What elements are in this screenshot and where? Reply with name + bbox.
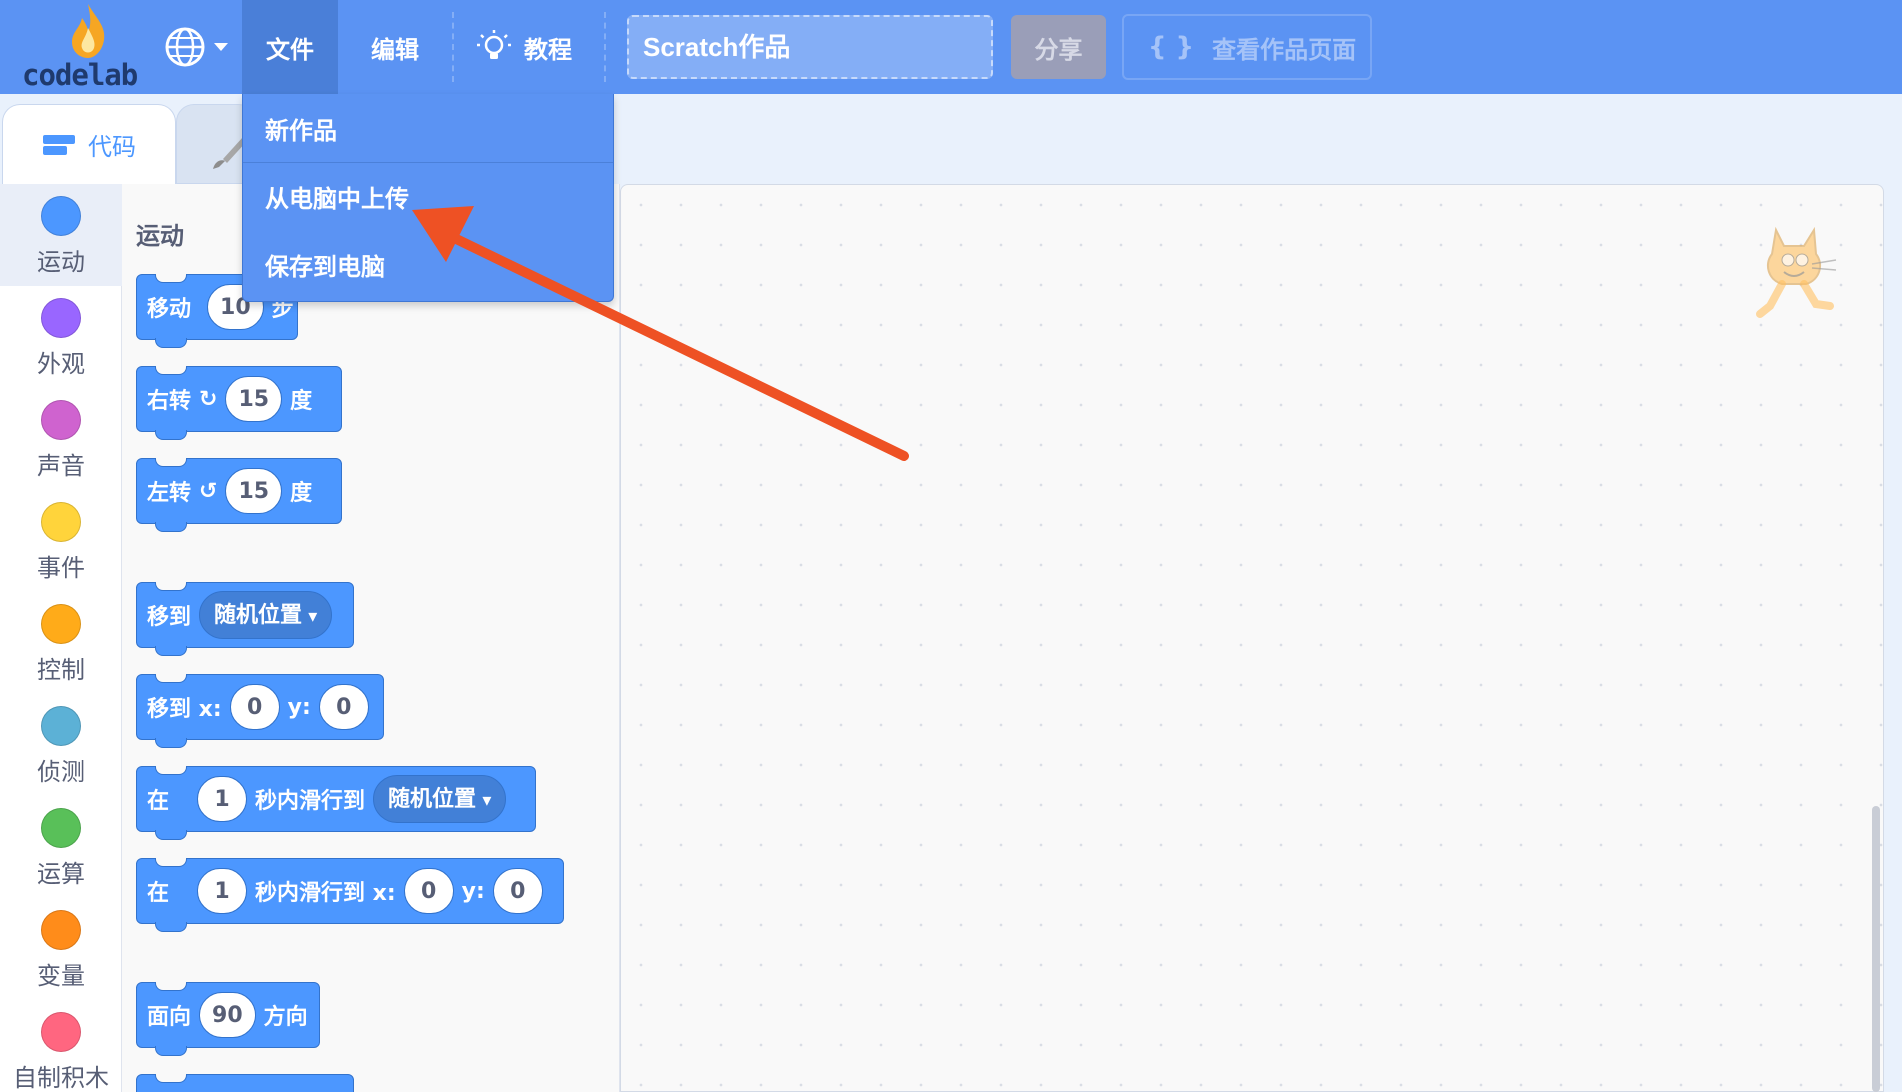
block-label-mid: 秒内滑行到 x: xyxy=(255,881,396,906)
tutorials-label: 教程 xyxy=(524,35,572,64)
codelab-logo[interactable]: codelab xyxy=(14,2,138,92)
category-color-dot xyxy=(41,808,81,848)
category-sound[interactable]: 声音 xyxy=(0,388,122,490)
block-label: 移到 xyxy=(147,605,192,630)
palette-section-title: 运动 xyxy=(136,222,184,250)
block-input-degrees[interactable]: 15 xyxy=(225,468,283,514)
see-project-icon: { } xyxy=(1148,32,1195,62)
category-label: 运算 xyxy=(37,860,85,888)
view-project-page-button[interactable]: { } 查看作品页面 xyxy=(1122,14,1372,80)
category-label: 运动 xyxy=(37,248,85,276)
menu-bar: codelab 文件 编辑 教程 Scratch作品 分享 { } 查看作品页面 xyxy=(0,0,1902,94)
globe-icon xyxy=(165,27,228,67)
menu-divider xyxy=(452,12,454,82)
sprite-cat-icon xyxy=(1756,226,1837,318)
block-input-x[interactable]: 0 xyxy=(229,684,280,730)
flame-icon xyxy=(72,4,105,58)
block-label: 移到 x: xyxy=(147,697,222,722)
block-label: 移动 xyxy=(147,297,192,322)
block-label: 在 xyxy=(147,881,170,906)
category-label: 侦测 xyxy=(37,758,85,786)
tab-code[interactable]: 代码 xyxy=(2,104,176,184)
lightbulb-icon xyxy=(477,30,511,59)
category-color-dot xyxy=(41,706,81,746)
block-unit: 度 xyxy=(290,481,313,506)
block-goto-xy[interactable]: 移到 x: 0 y: 0 xyxy=(136,674,384,748)
menu-divider xyxy=(604,12,606,82)
logo-text: codelab xyxy=(22,58,138,92)
category-label: 外观 xyxy=(37,350,85,378)
block-partial[interactable] xyxy=(136,1074,354,1092)
code-blocks-icon xyxy=(43,134,75,155)
block-label: 右转 xyxy=(147,389,192,414)
category-label: 变量 xyxy=(37,962,85,990)
block-unit: 方向 xyxy=(263,1005,308,1030)
block-label: 左转 xyxy=(147,481,192,506)
block-input-x[interactable]: 0 xyxy=(403,868,454,914)
view-project-page-label: 查看作品页面 xyxy=(1212,35,1357,64)
block-goto[interactable]: 移到 随机位置 xyxy=(136,582,354,656)
block-palette: 运动 移动 10 步 右转 ↻ 15 度 左转 ↺ 15 度 移到 随机位置 移… xyxy=(122,184,620,1092)
block-input-y[interactable]: 0 xyxy=(318,684,369,730)
project-title-input[interactable]: Scratch作品 xyxy=(627,15,993,79)
category-color-dot xyxy=(41,502,81,542)
block-dropdown-target[interactable]: 随机位置 xyxy=(373,775,507,823)
menu-item-upload-from-computer[interactable]: 从电脑中上传 xyxy=(243,162,613,230)
block-dropdown-target[interactable]: 随机位置 xyxy=(199,591,333,639)
rotate-right-icon: ↻ xyxy=(199,386,218,412)
category-menu: 运动 外观 声音 事件 控制 侦测 运算 变量 自制积木 xyxy=(0,184,122,1092)
language-menu[interactable] xyxy=(164,24,236,70)
block-input-seconds[interactable]: 1 xyxy=(197,868,248,914)
file-menu-button[interactable]: 文件 xyxy=(242,0,338,94)
category-color-dot xyxy=(41,196,81,236)
block-turn-left[interactable]: 左转 ↺ 15 度 xyxy=(136,458,342,532)
script-area[interactable] xyxy=(620,184,1884,1092)
block-turn-right[interactable]: 右转 ↻ 15 度 xyxy=(136,366,342,440)
block-label: 面向 xyxy=(147,1005,192,1030)
block-unit: 度 xyxy=(290,389,313,414)
category-variables[interactable]: 变量 xyxy=(0,898,122,1000)
category-label: 自制积木 xyxy=(13,1064,109,1092)
category-color-dot xyxy=(41,400,81,440)
block-label-y: y: xyxy=(461,878,485,904)
share-button[interactable]: 分享 xyxy=(1011,15,1106,79)
category-label: 控制 xyxy=(37,656,85,684)
category-color-dot xyxy=(41,910,81,950)
tab-code-label: 代码 xyxy=(88,133,136,161)
file-dropdown-menu: 新作品 从电脑中上传 保存到电脑 xyxy=(242,94,614,302)
block-input-degrees[interactable]: 15 xyxy=(225,376,283,422)
block-point-direction[interactable]: 面向 90 方向 xyxy=(136,982,320,1056)
category-my-blocks[interactable]: 自制积木 xyxy=(0,1000,122,1092)
block-input-y[interactable]: 0 xyxy=(492,868,543,914)
category-label: 事件 xyxy=(37,554,85,582)
category-motion[interactable]: 运动 xyxy=(0,184,122,286)
block-glide-to[interactable]: 在 1 秒内滑行到 随机位置 xyxy=(136,766,536,840)
category-events[interactable]: 事件 xyxy=(0,490,122,592)
script-area-scrollbar[interactable] xyxy=(1872,806,1880,1092)
block-label-y: y: xyxy=(287,694,311,720)
category-sensing[interactable]: 侦测 xyxy=(0,694,122,796)
category-color-dot xyxy=(41,1012,81,1052)
edit-menu-button[interactable]: 编辑 xyxy=(338,0,452,94)
tutorials-button[interactable]: 教程 xyxy=(476,0,596,94)
rotate-left-icon: ↺ xyxy=(199,478,218,504)
menu-item-save-to-computer[interactable]: 保存到电脑 xyxy=(243,230,613,298)
category-color-dot xyxy=(41,604,81,644)
block-label-mid: 秒内滑行到 xyxy=(255,789,366,814)
category-control[interactable]: 控制 xyxy=(0,592,122,694)
block-input-direction[interactable]: 90 xyxy=(199,992,256,1038)
category-operators[interactable]: 运算 xyxy=(0,796,122,898)
category-label: 声音 xyxy=(37,452,85,480)
menu-item-new-project[interactable]: 新作品 xyxy=(243,94,613,162)
block-label: 在 xyxy=(147,789,170,814)
category-looks[interactable]: 外观 xyxy=(0,286,122,388)
block-input-seconds[interactable]: 1 xyxy=(197,776,248,822)
block-glide-to-xy[interactable]: 在 1 秒内滑行到 x: 0 y: 0 xyxy=(136,858,564,932)
category-color-dot xyxy=(41,298,81,338)
chevron-down-icon xyxy=(214,43,228,51)
